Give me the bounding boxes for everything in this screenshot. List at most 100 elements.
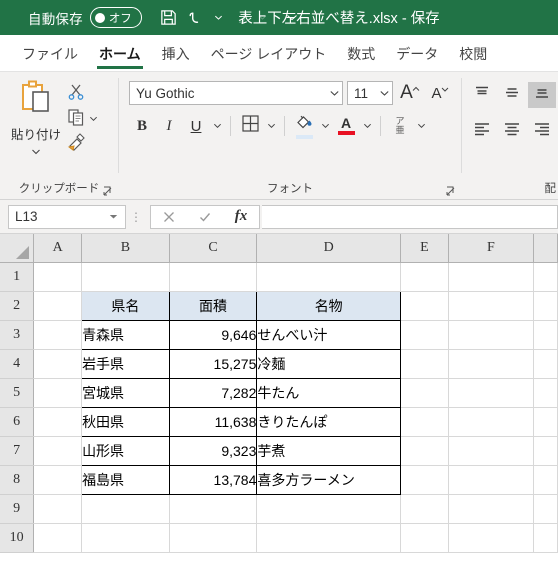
cell-b6[interactable]: 秋田県 xyxy=(81,406,170,437)
cell-c4[interactable]: 15,275 xyxy=(168,348,258,379)
paste-dropdown-icon[interactable] xyxy=(31,143,41,161)
fx-icon[interactable]: fx xyxy=(223,206,259,228)
select-all-corner[interactable] xyxy=(0,234,35,263)
cell-a4[interactable] xyxy=(33,349,83,379)
cell-g10[interactable] xyxy=(533,523,558,553)
cell-b8[interactable]: 福島県 xyxy=(81,464,170,495)
borders-button[interactable] xyxy=(237,113,263,139)
row-header-7[interactable]: 7 xyxy=(0,436,35,466)
cell-e2[interactable] xyxy=(400,291,449,321)
cell-a8[interactable] xyxy=(33,465,83,495)
cell-a2[interactable] xyxy=(33,291,83,321)
cell-c8[interactable]: 13,784 xyxy=(168,464,258,495)
underline-button[interactable]: U xyxy=(183,113,209,139)
row-header-5[interactable]: 5 xyxy=(0,378,35,408)
column-header-f[interactable]: F xyxy=(448,234,535,263)
cell-d10[interactable] xyxy=(256,523,402,553)
cell-g2[interactable] xyxy=(533,291,558,321)
customize-quick-access-icon[interactable] xyxy=(282,5,302,31)
formula-bar-handle[interactable]: ⋮ xyxy=(126,211,146,223)
bold-button[interactable]: B xyxy=(129,113,155,139)
cell-e10[interactable] xyxy=(400,523,449,553)
cell-c3[interactable]: 9,646 xyxy=(168,319,258,350)
borders-dropdown-icon[interactable] xyxy=(264,122,278,130)
cell-b9[interactable] xyxy=(81,494,170,524)
cell-e9[interactable] xyxy=(400,494,449,524)
tab-formulas[interactable]: 数式 xyxy=(337,40,385,71)
cell-d8[interactable]: 喜多方ラーメン xyxy=(256,464,402,495)
cell-b1[interactable] xyxy=(81,262,170,292)
cell-a5[interactable] xyxy=(33,378,83,408)
cell-d1[interactable] xyxy=(256,262,402,292)
fill-color-dropdown-icon[interactable] xyxy=(318,122,332,130)
copy-dropdown-icon[interactable] xyxy=(86,115,100,123)
cell-g8[interactable] xyxy=(533,465,558,495)
font-color-dropdown-icon[interactable] xyxy=(360,122,374,130)
tab-home[interactable]: ホーム xyxy=(89,40,151,71)
tab-file[interactable]: ファイル xyxy=(12,40,88,71)
cell-f4[interactable] xyxy=(448,349,535,379)
autosave-toggle[interactable]: オフ xyxy=(89,7,142,28)
cell-a1[interactable] xyxy=(33,262,83,292)
cell-f7[interactable] xyxy=(448,436,535,466)
tab-data[interactable]: データ xyxy=(386,40,448,71)
align-center-button[interactable] xyxy=(498,118,526,144)
tab-page-layout[interactable]: ページ レイアウト xyxy=(201,40,337,71)
decrease-font-size-button[interactable]: A xyxy=(427,80,453,106)
column-header-d[interactable]: D xyxy=(256,234,402,263)
font-name-dropdown-icon[interactable] xyxy=(329,86,340,101)
name-box-dropdown-icon[interactable] xyxy=(108,209,119,224)
cell-e5[interactable] xyxy=(400,378,449,408)
row-header-2[interactable]: 2 xyxy=(0,291,35,321)
font-color-button[interactable]: A xyxy=(333,113,359,139)
cell-c7[interactable]: 9,323 xyxy=(168,435,258,466)
row-header-6[interactable]: 6 xyxy=(0,407,35,437)
cell-f5[interactable] xyxy=(448,378,535,408)
cell-f10[interactable] xyxy=(448,523,535,553)
paste-button[interactable]: 貼り付け xyxy=(6,78,66,161)
undo-dropdown-icon[interactable] xyxy=(212,5,226,31)
cell-g7[interactable] xyxy=(533,436,558,466)
cell-b5[interactable]: 宮城県 xyxy=(81,377,170,408)
align-right-button[interactable] xyxy=(528,118,556,144)
cell-b4[interactable]: 岩手県 xyxy=(81,348,170,379)
cell-f1[interactable] xyxy=(448,262,535,292)
cell-c5[interactable]: 7,282 xyxy=(168,377,258,408)
cell-d4[interactable]: 冷麺 xyxy=(256,348,402,379)
cell-g4[interactable] xyxy=(533,349,558,379)
cell-b7[interactable]: 山形県 xyxy=(81,435,170,466)
cancel-icon[interactable] xyxy=(151,206,187,228)
cell-d3[interactable]: せんべい汁 xyxy=(256,319,402,350)
copy-button[interactable] xyxy=(66,107,100,131)
align-left-button[interactable] xyxy=(468,118,496,144)
underline-dropdown-icon[interactable] xyxy=(210,122,224,130)
cell-d6[interactable]: きりたんぽ xyxy=(256,406,402,437)
cell-e8[interactable] xyxy=(400,465,449,495)
tab-review[interactable]: 校閲 xyxy=(449,40,497,71)
column-header-e[interactable]: E xyxy=(400,234,449,263)
font-dialog-launcher-icon[interactable] xyxy=(445,184,457,196)
cell-f6[interactable] xyxy=(448,407,535,437)
phonetic-guide-button[interactable]: ア 亜 xyxy=(387,113,413,139)
column-header-a[interactable]: A xyxy=(33,234,83,263)
cell-b2[interactable]: 県名 xyxy=(81,290,170,321)
clipboard-dialog-launcher-icon[interactable] xyxy=(102,184,114,196)
formula-input[interactable] xyxy=(262,204,558,229)
cell-a9[interactable] xyxy=(33,494,83,524)
cell-a10[interactable] xyxy=(33,523,83,553)
cell-e6[interactable] xyxy=(400,407,449,437)
row-header-4[interactable]: 4 xyxy=(0,349,35,379)
undo-icon[interactable] xyxy=(184,5,210,31)
cell-e3[interactable] xyxy=(400,320,449,350)
cell-c2[interactable]: 面積 xyxy=(168,290,258,321)
name-box[interactable]: L13 xyxy=(8,204,126,229)
column-header-g-partial[interactable] xyxy=(533,234,558,263)
cell-e1[interactable] xyxy=(400,262,449,292)
cell-c9[interactable] xyxy=(169,494,258,524)
cell-g5[interactable] xyxy=(533,378,558,408)
font-size-combo[interactable]: 11 xyxy=(347,81,393,105)
check-icon[interactable] xyxy=(187,206,223,228)
row-header-8[interactable]: 8 xyxy=(0,465,35,495)
cell-g9[interactable] xyxy=(533,494,558,524)
cell-d2[interactable]: 名物 xyxy=(256,290,402,321)
